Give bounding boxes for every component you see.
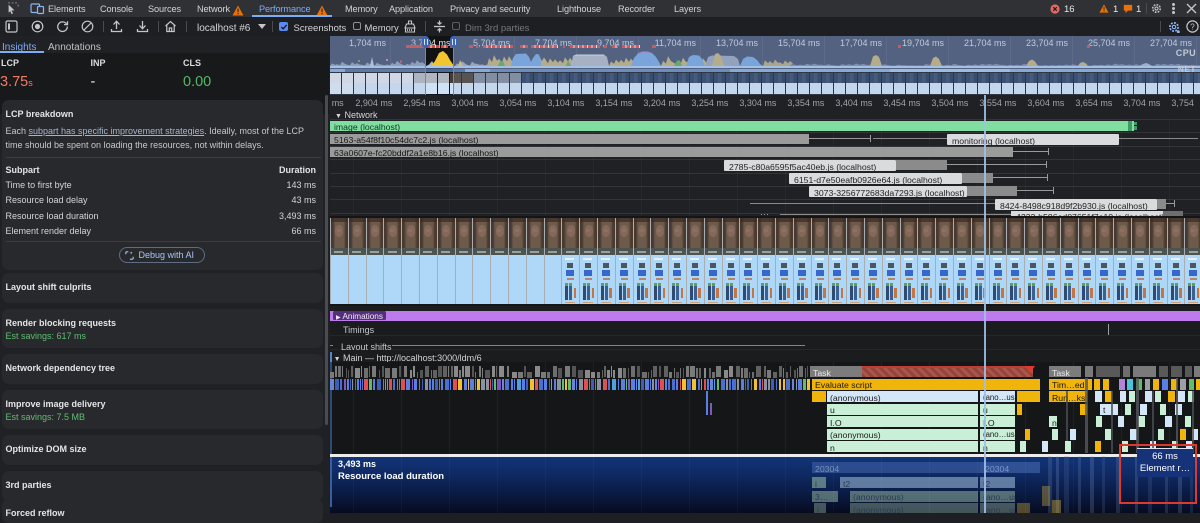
svg-text:?: ? bbox=[1190, 22, 1195, 31]
